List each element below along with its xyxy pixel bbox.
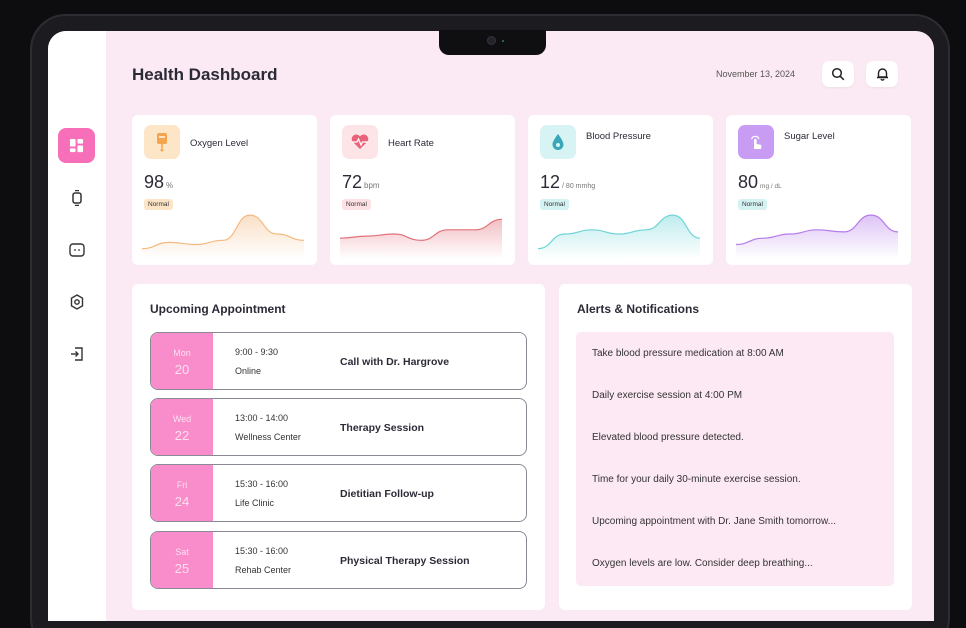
sidebar-item-dashboard[interactable] bbox=[58, 128, 95, 163]
logout-icon bbox=[70, 346, 83, 361]
camera-lens bbox=[487, 36, 496, 45]
appointments-panel: Upcoming Appointment Mon 20 9:00 - 9:30 … bbox=[132, 284, 545, 610]
trend-area bbox=[538, 215, 700, 259]
appointment-day: 25 bbox=[174, 561, 190, 576]
metric-value: 12/ 80 mmhg bbox=[540, 172, 595, 193]
appointment-title: Physical Therapy Session bbox=[340, 555, 470, 567]
metric-unit: bpm bbox=[364, 181, 380, 190]
watch-icon bbox=[71, 189, 82, 206]
appointment-time: 13:00 - 14:00 bbox=[235, 413, 289, 423]
metric-value: 98% bbox=[144, 172, 173, 193]
gear-icon bbox=[70, 293, 83, 310]
heart-rate-trend-chart bbox=[340, 218, 502, 259]
appointment-time: 15:30 - 16:00 bbox=[235, 479, 289, 489]
alert-item[interactable]: Time for your daily 30-minute exercise s… bbox=[592, 474, 801, 485]
bell-icon bbox=[876, 68, 888, 81]
trend-area bbox=[142, 215, 304, 259]
appointment-weekday: Mon bbox=[173, 348, 191, 358]
metric-number: 72 bbox=[342, 172, 363, 192]
metric-card-blood-pressure[interactable]: Blood Pressure 12/ 80 mmhg Normal bbox=[528, 115, 713, 265]
metric-value: 72 bpm bbox=[342, 172, 380, 193]
heart-rate-icon bbox=[342, 125, 378, 159]
metric-unit: mg / dL bbox=[760, 183, 782, 190]
appointment-weekday: Sat bbox=[175, 547, 189, 557]
appointment-weekday: Fri bbox=[176, 480, 188, 490]
appointment-time: 9:00 - 9:30 bbox=[235, 347, 279, 357]
appointment-location: Wellness Center bbox=[235, 432, 301, 442]
metric-unit: % bbox=[166, 181, 174, 190]
alerts-panel: Alerts & Notifications Take blood pressu… bbox=[559, 284, 912, 610]
appointment-item[interactable]: Mon 20 9:00 - 9:30 Online Call with Dr. … bbox=[150, 332, 527, 390]
metric-title: Oxygen Level bbox=[190, 138, 249, 149]
sidebar bbox=[48, 31, 106, 621]
metric-card-oxygen[interactable]: Oxygen Level 98% Normal bbox=[132, 115, 317, 265]
alert-item[interactable]: Oxygen levels are low. Consider deep bre… bbox=[592, 558, 813, 569]
sidebar-item-watch[interactable] bbox=[58, 180, 95, 215]
appointment-title: Dietitian Follow-up bbox=[340, 488, 434, 500]
alerts-list: Take blood pressure medication at 8:00 A… bbox=[576, 332, 894, 586]
chat-icon bbox=[68, 242, 85, 257]
metric-title: Sugar Level bbox=[784, 131, 835, 142]
alerts-title: Alerts & Notifications bbox=[577, 302, 700, 316]
appointment-date: Fri 24 bbox=[151, 465, 213, 521]
page-title: Health Dashboard bbox=[132, 65, 278, 84]
metric-number: 80 bbox=[738, 172, 759, 192]
oxygen-trend-chart bbox=[142, 214, 304, 259]
appointment-location: Rehab Center bbox=[235, 565, 292, 575]
appointment-date: Mon 20 bbox=[151, 333, 213, 389]
appointment-day: 20 bbox=[174, 362, 190, 377]
sidebar-item-logout[interactable] bbox=[58, 336, 95, 371]
search-icon bbox=[831, 67, 845, 81]
alert-item[interactable]: Daily exercise session at 4:00 PM bbox=[592, 390, 742, 401]
blood-pressure-trend-chart bbox=[538, 214, 700, 259]
appointment-day: 24 bbox=[174, 494, 190, 509]
metric-title: Blood Pressure bbox=[586, 131, 651, 142]
appointment-title: Therapy Session bbox=[340, 422, 425, 434]
appointment-item[interactable]: Wed 22 13:00 - 14:00 Wellness Center The… bbox=[150, 398, 527, 456]
appointment-time: 15:30 - 16:00 bbox=[235, 546, 289, 556]
main-content: Health Dashboard November 13, 2024 Oxyge… bbox=[106, 31, 934, 621]
camera-indicator bbox=[502, 40, 504, 42]
appointments-title: Upcoming Appointment bbox=[150, 302, 286, 316]
trend-area bbox=[340, 219, 502, 259]
dashboard-icon bbox=[69, 138, 84, 153]
metric-value: 80 mg / dL bbox=[738, 172, 782, 193]
notifications-button[interactable] bbox=[866, 61, 898, 87]
appointment-day: 22 bbox=[174, 428, 190, 443]
sugar-trend-chart bbox=[736, 214, 898, 259]
search-button[interactable] bbox=[822, 61, 854, 87]
metric-card-sugar[interactable]: Sugar Level 80 mg / dL Normal bbox=[726, 115, 911, 265]
alert-item[interactable]: Elevated blood pressure detected. bbox=[592, 432, 744, 443]
current-date: November 13, 2024 bbox=[716, 69, 796, 79]
sidebar-item-chat[interactable] bbox=[58, 232, 95, 267]
alert-item[interactable]: Take blood pressure medication at 8:00 A… bbox=[592, 348, 784, 359]
alert-item[interactable]: Upcoming appointment with Dr. Jane Smith… bbox=[592, 516, 836, 527]
appointment-date: Sat 25 bbox=[151, 532, 213, 588]
appointment-title: Call with Dr. Hargrove bbox=[340, 356, 450, 368]
metric-number: 12 bbox=[540, 172, 561, 192]
blood-drop-icon bbox=[540, 125, 576, 159]
metric-title: Heart Rate bbox=[388, 138, 434, 149]
sidebar-item-settings[interactable] bbox=[58, 284, 95, 319]
oxygen-drip-icon bbox=[144, 125, 180, 159]
appointment-item[interactable]: Fri 24 15:30 - 16:00 Life Clinic Dietiti… bbox=[150, 464, 527, 522]
appointment-weekday: Wed bbox=[172, 414, 192, 424]
finger-tap-icon bbox=[738, 125, 774, 159]
trend-area bbox=[736, 215, 898, 259]
metric-unit: / 80 mmhg bbox=[562, 183, 596, 190]
metric-card-heart-rate[interactable]: Heart Rate 72 bpm Normal bbox=[330, 115, 515, 265]
camera-notch bbox=[439, 30, 546, 55]
app-screen: Health Dashboard November 13, 2024 Oxyge… bbox=[48, 31, 934, 621]
appointment-location: Online bbox=[235, 366, 262, 376]
metric-number: 98 bbox=[144, 172, 165, 192]
appointment-date: Wed 22 bbox=[151, 399, 213, 455]
appointment-item[interactable]: Sat 25 15:30 - 16:00 Rehab Center Physic… bbox=[150, 531, 527, 589]
appointment-location: Life Clinic bbox=[235, 498, 275, 508]
